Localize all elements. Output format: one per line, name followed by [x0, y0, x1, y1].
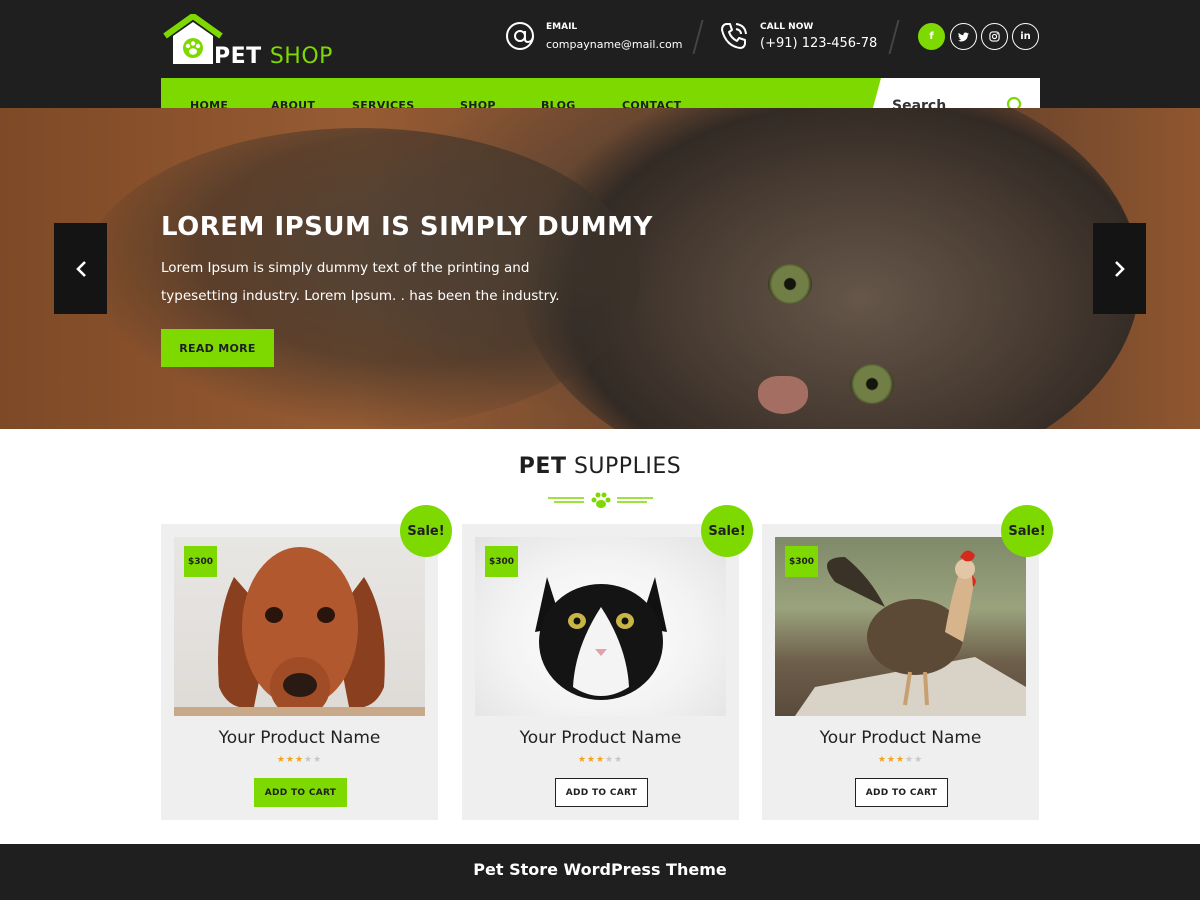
product-name[interactable]: Your Product Name: [762, 728, 1039, 748]
star-rating: ★★★★★: [462, 755, 739, 765]
header-divider: [888, 20, 900, 54]
email-value[interactable]: compayname@mail.com: [546, 38, 682, 51]
star-icon: ★★: [304, 755, 323, 765]
prev-slide-button[interactable]: [54, 223, 107, 314]
star-icon: ★★★: [877, 755, 906, 765]
section-title-rest: SUPPLIES: [573, 454, 682, 479]
product-card[interactable]: $300 Sale! Your Product Name ★★★★★ ADD T…: [462, 505, 753, 820]
chevron-left-icon: [75, 260, 86, 277]
logo-main: PET: [214, 44, 262, 69]
linkedin-icon[interactable]: in: [1012, 23, 1039, 50]
logo[interactable]: PET SHOP: [161, 14, 341, 70]
sale-badge: Sale!: [400, 505, 452, 557]
section-title-bold: PET: [518, 454, 567, 479]
twitter-icon[interactable]: [950, 23, 977, 50]
hero-slider: LOREM IPSUM IS SIMPLY DUMMY Lorem Ipsum …: [0, 108, 1200, 429]
hero-text: Lorem Ipsum is simply dummy text of the …: [161, 260, 560, 304]
section-title: PET SUPPLIES: [0, 454, 1200, 479]
star-rating: ★★★★★: [161, 755, 438, 765]
star-icon: ★★★: [276, 755, 305, 765]
read-more-button[interactable]: READ MORE: [161, 329, 274, 367]
product-name[interactable]: Your Product Name: [462, 728, 739, 748]
chevron-right-icon: [1114, 260, 1125, 277]
email-label: EMAIL: [546, 22, 578, 32]
price-badge: $300: [184, 546, 217, 577]
call-value[interactable]: (+91) 123-456-78: [760, 36, 877, 51]
product-card[interactable]: $300 Sale! Your Product Name ★★★★★ ADD T…: [762, 505, 1053, 820]
footer: Pet Store WordPress Theme: [0, 844, 1200, 900]
at-icon: [506, 22, 534, 50]
paw-divider-icon: [548, 492, 653, 508]
hero-title: LOREM IPSUM IS SIMPLY DUMMY: [161, 212, 653, 242]
star-icon: ★★★: [577, 755, 606, 765]
call-label: CALL NOW: [760, 22, 814, 32]
phone-contact[interactable]: CALL NOW (+91) 123-456-78: [718, 20, 878, 56]
add-to-cart-button[interactable]: ADD TO CART: [555, 778, 648, 807]
header-divider: [692, 20, 704, 54]
dachshund-photo[interactable]: $300: [174, 537, 425, 716]
product-card[interactable]: $300 Sale! Your Product Name ★★★★★ ADD T…: [161, 505, 452, 820]
price-badge: $300: [485, 546, 518, 577]
email-contact[interactable]: EMAIL compayname@mail.com: [504, 20, 684, 56]
facebook-icon[interactable]: f: [918, 23, 945, 50]
cat-photo[interactable]: $300: [475, 537, 726, 716]
star-rating: ★★★★★: [762, 755, 1039, 765]
facebook-glyph: f: [929, 31, 934, 42]
sale-badge: Sale!: [1001, 505, 1053, 557]
phone-icon: [721, 23, 747, 49]
logo-text: PET SHOP: [214, 44, 333, 69]
instagram-icon[interactable]: [981, 23, 1008, 50]
add-to-cart-button[interactable]: ADD TO CART: [855, 778, 948, 807]
star-icon: ★★: [905, 755, 924, 765]
add-to-cart-button[interactable]: ADD TO CART: [254, 778, 347, 807]
logo-accent: SHOP: [269, 44, 333, 69]
rooster-photo[interactable]: $300: [775, 537, 1026, 716]
instagram-camera-icon: [989, 31, 1000, 42]
footer-text: Pet Store WordPress Theme: [473, 860, 727, 879]
next-slide-button[interactable]: [1093, 223, 1146, 314]
linkedin-glyph: in: [1020, 31, 1031, 42]
twitter-bird-icon: [958, 32, 969, 41]
star-icon: ★★: [605, 755, 624, 765]
sale-badge: Sale!: [701, 505, 753, 557]
product-name[interactable]: Your Product Name: [161, 728, 438, 748]
price-badge: $300: [785, 546, 818, 577]
